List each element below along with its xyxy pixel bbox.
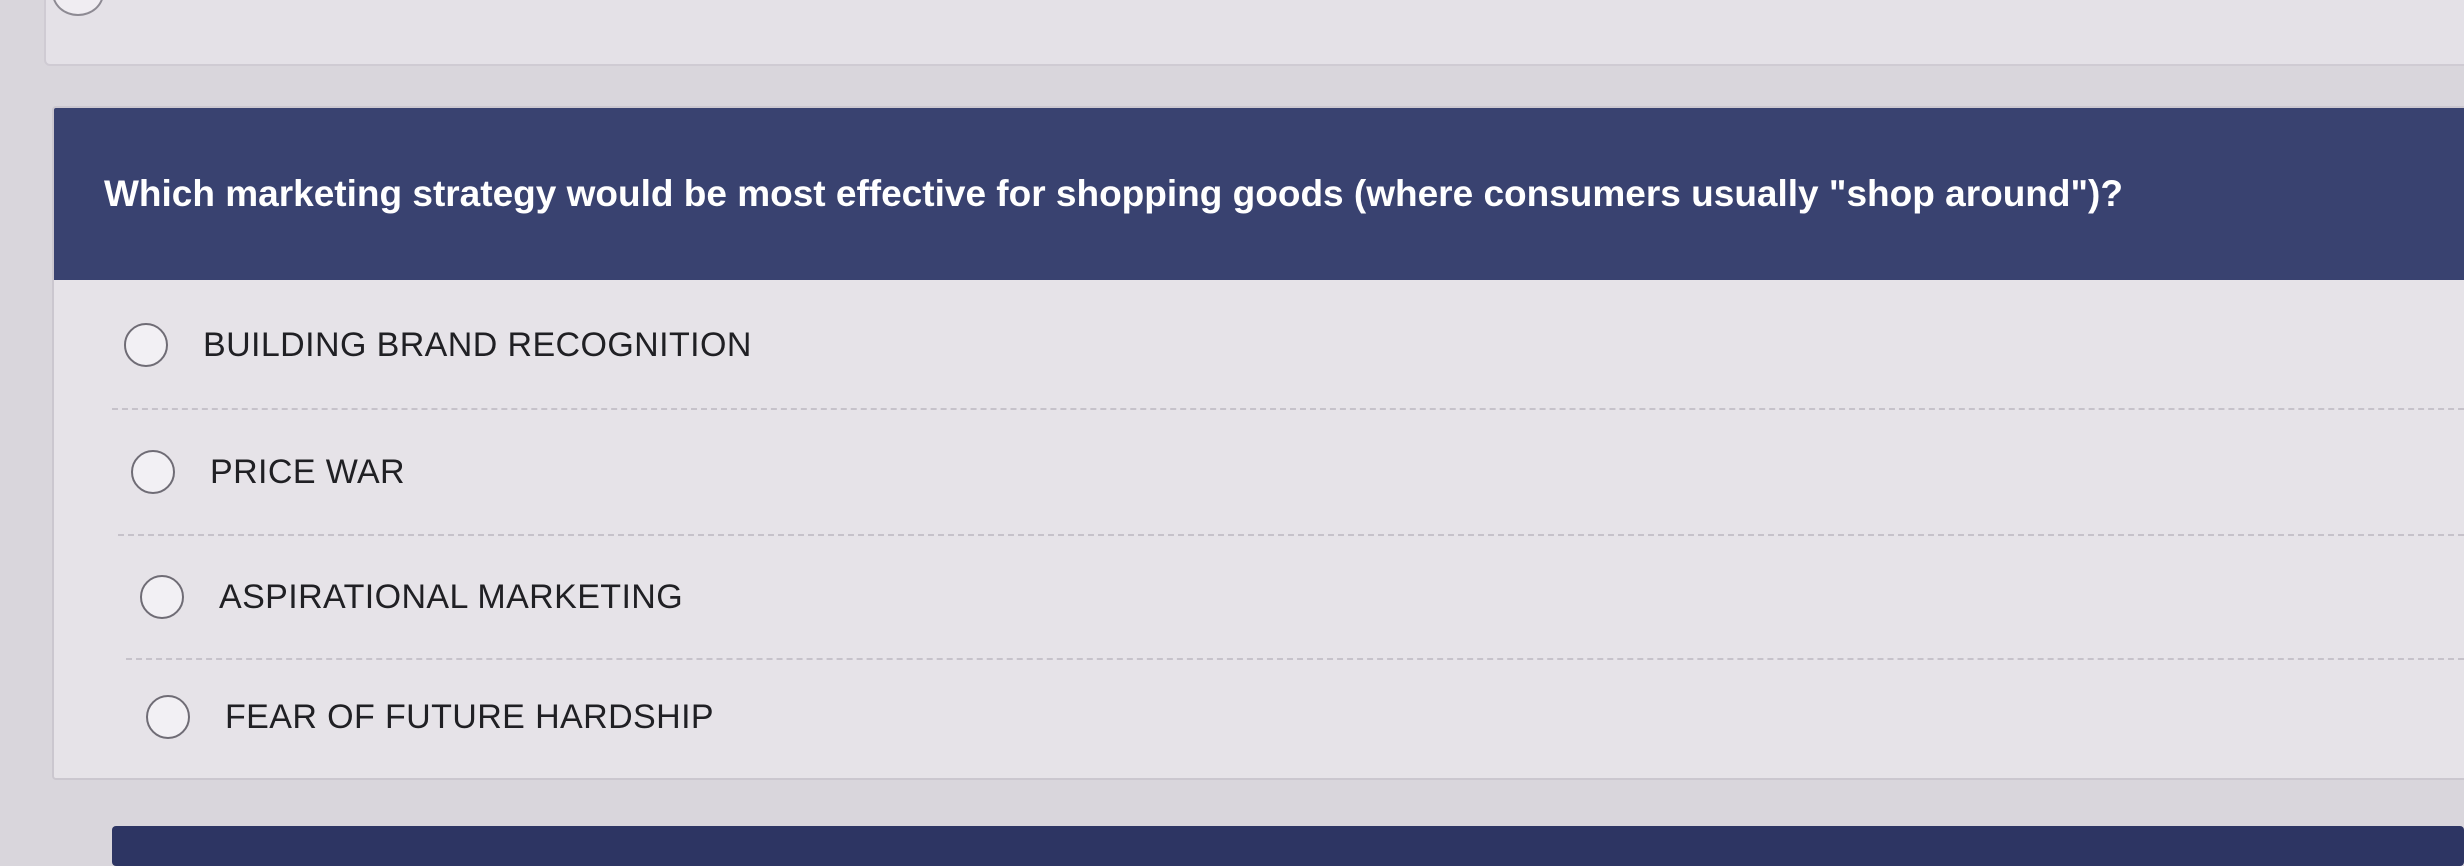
question-header: Which marketing strategy would be most e… bbox=[54, 108, 2464, 280]
answer-option[interactable]: BUILDING BRAND RECOGNITION bbox=[124, 302, 752, 388]
option-divider bbox=[126, 658, 2464, 660]
option-label: PRICE WAR bbox=[210, 452, 406, 491]
option-radio[interactable] bbox=[124, 323, 168, 367]
option-label: FEAR OF FUTURE HARDSHIP bbox=[225, 697, 715, 736]
option-radio[interactable] bbox=[140, 575, 184, 619]
option-divider bbox=[112, 408, 2464, 410]
option-label: BUILDING BRAND RECOGNITION bbox=[203, 325, 752, 364]
question-card: Which marketing strategy would be most e… bbox=[52, 106, 2464, 780]
question-text: Which marketing strategy would be most e… bbox=[104, 173, 2123, 214]
option-radio[interactable] bbox=[146, 695, 190, 739]
answer-option[interactable]: ASPIRATIONAL MARKETING bbox=[140, 554, 683, 640]
next-question-header bbox=[112, 826, 2464, 866]
answer-option[interactable]: FEAR OF FUTURE HARDSHIP bbox=[146, 674, 714, 760]
option-radio[interactable] bbox=[131, 450, 175, 494]
option-divider bbox=[118, 534, 2464, 536]
answer-option[interactable]: PRICE WAR bbox=[131, 429, 405, 515]
previous-question-card bbox=[44, 0, 2464, 66]
option-label: ASPIRATIONAL MARKETING bbox=[219, 577, 684, 616]
